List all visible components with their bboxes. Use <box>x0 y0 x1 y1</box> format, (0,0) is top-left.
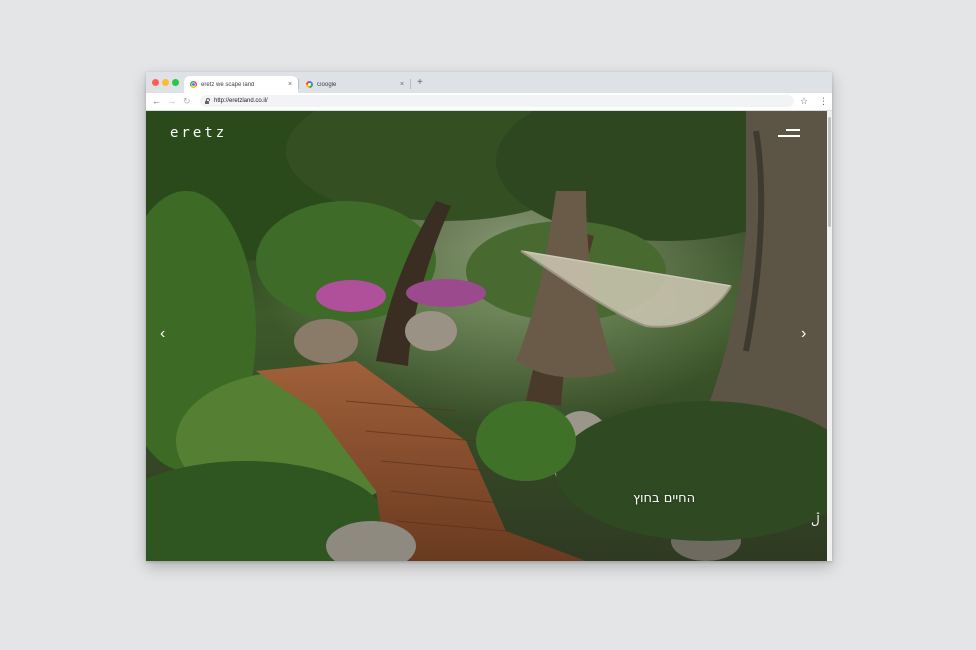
reload-icon[interactable]: ↻ <box>183 95 191 107</box>
back-icon[interactable]: ← <box>152 95 161 107</box>
tab-divider <box>410 79 411 89</box>
browser-menu-icon[interactable]: ⋮ <box>819 95 828 107</box>
forward-icon[interactable]: → <box>167 95 176 107</box>
google-icon <box>306 81 313 88</box>
chevron-left-icon[interactable]: ‹ <box>160 325 165 343</box>
garden-photo <box>146 111 827 561</box>
url-text: http://eretzland.co.il/ <box>214 98 268 104</box>
site-logo[interactable]: eretz <box>170 125 227 141</box>
hero-tagline: החיים בחוץ <box>633 491 696 506</box>
browser-window: eretz we scape land × Google × + ← → ↻ h… <box>146 72 832 561</box>
browser-toolbar: ← → ↻ http://eretzland.co.il/ ☆ ⋮ <box>146 93 832 111</box>
tab-title: eretz we scape land <box>201 81 255 88</box>
lock-icon <box>205 98 210 104</box>
tab-divider <box>298 79 299 89</box>
tab-eretz[interactable]: eretz we scape land × <box>184 76 298 93</box>
hamburger-menu-icon[interactable] <box>778 129 802 139</box>
maximize-window-button[interactable] <box>172 79 179 86</box>
close-icon[interactable]: × <box>285 81 295 88</box>
hero-slideshow: eretz ‹ › החיים בחוץ ڷ <box>146 111 827 561</box>
close-icon[interactable]: × <box>397 81 407 88</box>
tab-title: Google <box>317 81 337 88</box>
tab-strip: eretz we scape land × Google × + <box>146 72 832 93</box>
page-scrollbar[interactable] <box>827 111 832 561</box>
chevron-right-icon[interactable]: › <box>801 325 806 343</box>
close-window-button[interactable] <box>152 79 159 86</box>
new-tab-button[interactable]: + <box>417 77 423 89</box>
accessibility-icon[interactable]: ڷ <box>811 513 820 527</box>
chrome-icon <box>190 81 197 88</box>
scrollbar-thumb[interactable] <box>828 117 831 227</box>
tab-google[interactable]: Google × <box>300 76 410 93</box>
bookmark-star-icon[interactable]: ☆ <box>800 96 808 107</box>
minimize-window-button[interactable] <box>162 79 169 86</box>
address-bar[interactable]: http://eretzland.co.il/ <box>200 95 794 107</box>
